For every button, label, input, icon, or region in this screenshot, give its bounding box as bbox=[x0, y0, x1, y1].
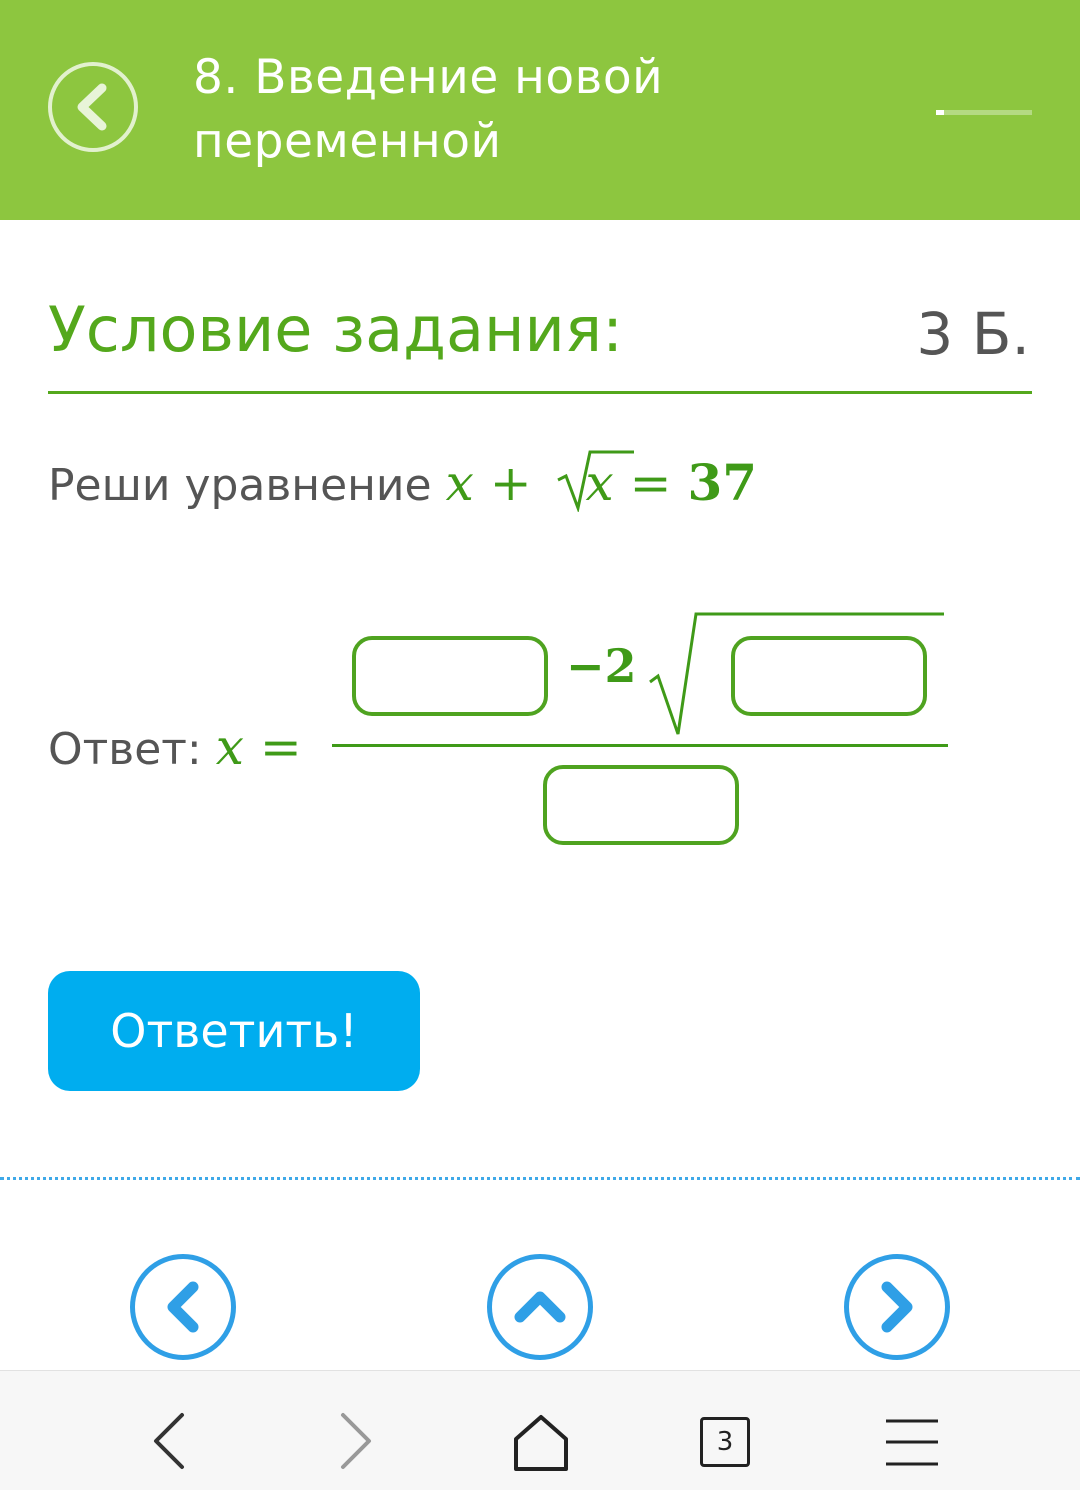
back-arrow-icon[interactable] bbox=[140, 1371, 200, 1490]
chevron-up-icon bbox=[514, 1291, 566, 1323]
forward-arrow-icon[interactable] bbox=[325, 1371, 385, 1490]
progress-bar bbox=[936, 110, 1032, 115]
condition-title: Условие задания: bbox=[48, 293, 623, 366]
eq-equals: = bbox=[629, 454, 672, 512]
browser-toolbar: 3 bbox=[0, 1370, 1080, 1490]
numerator-input[interactable] bbox=[352, 636, 548, 716]
points-value: 3 Б. bbox=[916, 300, 1030, 368]
dotted-divider bbox=[0, 1177, 1080, 1180]
numerator-minus-two: −2 bbox=[566, 639, 637, 693]
answer-var: x bbox=[215, 718, 244, 776]
eq-rhs: 37 bbox=[687, 453, 758, 512]
answer-equals: = bbox=[259, 718, 302, 776]
prev-task-button[interactable] bbox=[130, 1254, 236, 1360]
answer-row: Ответ: x = bbox=[48, 712, 302, 785]
chevron-left-icon bbox=[77, 83, 107, 131]
eq-x: x bbox=[445, 454, 474, 512]
answer-label: Ответ: bbox=[48, 724, 202, 775]
radical-sign bbox=[556, 450, 634, 512]
app-header: 8. Введение новой переменной bbox=[0, 0, 1080, 220]
task-statement: Реши уравнение x + x = 37 bbox=[48, 448, 757, 521]
task-text: Реши уравнение bbox=[48, 460, 432, 511]
progress-fill bbox=[936, 110, 944, 115]
submit-button[interactable]: Ответить! bbox=[48, 971, 420, 1091]
equation: x + x = 37 bbox=[445, 450, 758, 512]
menu-icon[interactable] bbox=[882, 1371, 942, 1490]
scroll-up-button[interactable] bbox=[487, 1254, 593, 1360]
divider bbox=[48, 391, 1032, 394]
next-task-button[interactable] bbox=[844, 1254, 950, 1360]
home-icon[interactable] bbox=[508, 1371, 574, 1490]
chevron-left-icon bbox=[167, 1281, 199, 1333]
eq-sqrt: x bbox=[556, 448, 634, 518]
tabs-icon[interactable]: 3 bbox=[700, 1417, 750, 1467]
lesson-title: 8. Введение новой переменной bbox=[193, 50, 664, 169]
denominator-input[interactable] bbox=[543, 765, 739, 845]
root-input[interactable] bbox=[731, 636, 927, 716]
fraction-bar bbox=[332, 744, 948, 747]
answer-lhs: x = bbox=[216, 718, 302, 776]
back-button[interactable] bbox=[48, 62, 138, 152]
chevron-right-icon bbox=[881, 1281, 913, 1333]
eq-plus: + bbox=[489, 454, 532, 512]
